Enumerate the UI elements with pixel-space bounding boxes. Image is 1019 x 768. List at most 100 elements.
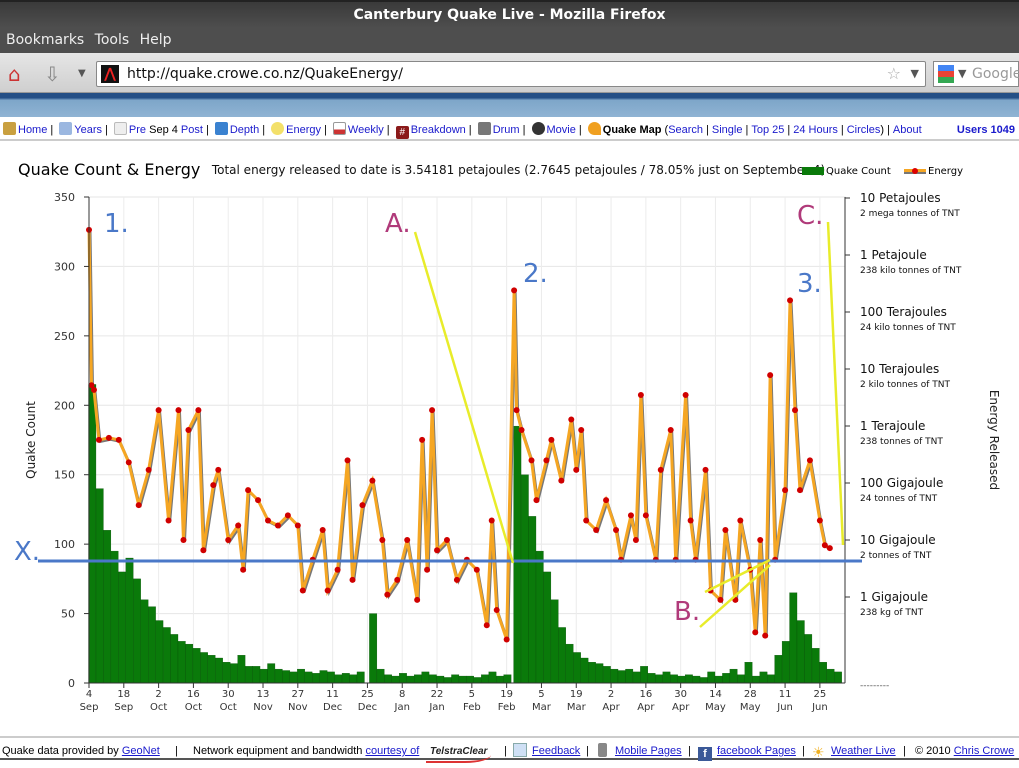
nav-years[interactable]: Years bbox=[74, 124, 102, 136]
energy-point bbox=[627, 512, 634, 519]
sep4-label: Sep 4 bbox=[149, 124, 178, 136]
count-bar bbox=[297, 668, 305, 684]
count-bar bbox=[789, 592, 798, 684]
count-bar bbox=[140, 599, 149, 684]
nav-single[interactable]: Single bbox=[712, 124, 743, 136]
energy-point bbox=[613, 526, 620, 533]
x-tick-month: Sep bbox=[80, 702, 99, 713]
count-bar bbox=[565, 643, 574, 684]
energy-point bbox=[732, 596, 739, 603]
nav-breakdown[interactable]: Breakdown bbox=[411, 124, 466, 136]
energy-point bbox=[672, 556, 679, 563]
nav-search[interactable]: Search bbox=[668, 124, 703, 136]
nav-circles[interactable]: Circles bbox=[847, 124, 881, 136]
author-link[interactable]: Chris Crowe bbox=[954, 745, 1015, 757]
url-bar[interactable]: ⋀ http://quake.crowe.co.nz/QuakeEnergy/ … bbox=[96, 61, 926, 87]
nav-top25[interactable]: Top 25 bbox=[751, 124, 784, 136]
energy-point bbox=[637, 391, 644, 398]
energy-point bbox=[583, 517, 590, 524]
search-input[interactable]: ▼ Google bbox=[933, 61, 1019, 87]
energy-point bbox=[379, 537, 386, 543]
count-bar bbox=[826, 668, 835, 684]
y-right-label: Energy Released bbox=[987, 390, 1001, 490]
nav-about[interactable]: About bbox=[893, 124, 922, 136]
x-tick-day: 19 bbox=[500, 689, 513, 700]
x-tick-month: Oct bbox=[185, 702, 202, 713]
nav-pre[interactable]: Pre bbox=[129, 124, 146, 136]
geonet-link[interactable]: GeoNet bbox=[122, 745, 160, 757]
copyright: © 2010 bbox=[915, 745, 951, 757]
google-icon[interactable] bbox=[938, 65, 954, 83]
nav-depth[interactable]: Depth bbox=[230, 124, 259, 136]
energy-point bbox=[682, 391, 689, 398]
nav-home[interactable]: Home bbox=[18, 124, 47, 136]
x-tick-day: 11 bbox=[326, 689, 339, 700]
x-tick-month: Oct bbox=[220, 702, 237, 713]
count-bar bbox=[580, 657, 589, 684]
energy-point bbox=[667, 427, 674, 434]
home-icon[interactable]: ⌂ bbox=[8, 62, 21, 86]
x-tick-month: Nov bbox=[253, 702, 273, 713]
energy-point bbox=[652, 556, 659, 563]
count-bar bbox=[625, 668, 634, 684]
y-right-tick-sublabel: 2 tonnes of TNT bbox=[860, 551, 932, 561]
nav-quake-map[interactable]: Quake Map bbox=[603, 124, 662, 136]
annotation-label: 1. bbox=[104, 209, 129, 239]
count-bar bbox=[759, 671, 768, 684]
weather-link[interactable]: Weather Live bbox=[831, 745, 896, 757]
url-dropdown-icon[interactable]: ▼ bbox=[911, 62, 919, 86]
count-bar bbox=[237, 655, 246, 684]
y-tick-label: 50 bbox=[61, 608, 75, 621]
search-engine-dropdown-icon[interactable]: ▼ bbox=[958, 62, 966, 86]
energy-point bbox=[88, 382, 95, 389]
energy-point bbox=[215, 466, 222, 473]
pointer-line bbox=[699, 564, 771, 628]
chart-title: Quake Count & Energy bbox=[18, 160, 201, 179]
x-tick-month: Jun bbox=[811, 702, 828, 713]
bookmark-star-icon[interactable]: ☆ bbox=[887, 62, 901, 86]
count-bar bbox=[640, 666, 649, 684]
energy-point bbox=[642, 512, 649, 519]
nav-weekly[interactable]: Weekly bbox=[348, 124, 384, 136]
energy-point bbox=[443, 537, 450, 543]
mobile-link[interactable]: Mobile Pages bbox=[615, 745, 682, 757]
energy-point bbox=[767, 372, 774, 379]
nav-drum[interactable]: Drum bbox=[493, 124, 520, 136]
plot-area bbox=[88, 196, 846, 684]
facebook-link[interactable]: facebook Pages bbox=[717, 745, 796, 757]
feedback-link[interactable]: Feedback bbox=[532, 745, 580, 757]
nav-post[interactable]: Post bbox=[181, 124, 203, 136]
count-bar bbox=[259, 668, 268, 684]
x-tick-day: 8 bbox=[399, 689, 405, 700]
telstraclear-logo[interactable]: TelstraClear bbox=[426, 743, 492, 763]
download-icon[interactable]: ⇩ bbox=[44, 62, 61, 86]
nav-energy[interactable]: Energy bbox=[286, 124, 321, 136]
nav-24hours[interactable]: 24 Hours bbox=[793, 124, 838, 136]
count-bar bbox=[602, 666, 611, 684]
energy-point bbox=[255, 497, 262, 504]
x-tick-month: Apr bbox=[637, 702, 655, 713]
count-bar bbox=[384, 674, 392, 684]
menu-help[interactable]: Help bbox=[140, 32, 172, 48]
annotation-label: 3. bbox=[797, 269, 822, 299]
x-tick-month: May bbox=[705, 702, 726, 713]
count-bar bbox=[543, 571, 552, 684]
menu-bookmarks[interactable]: Bookmarks bbox=[6, 32, 84, 48]
nav-movie[interactable]: Movie bbox=[547, 124, 576, 136]
annotation-label: B. bbox=[674, 597, 700, 627]
energy-point bbox=[135, 502, 142, 509]
home-icon bbox=[3, 122, 16, 135]
courtesy-link[interactable]: courtesy of bbox=[365, 745, 419, 757]
chart-header: Quake Count & Energy Total energy releas… bbox=[18, 160, 825, 179]
count-bar bbox=[535, 550, 544, 684]
energy-point bbox=[175, 407, 182, 414]
menu-tools[interactable]: Tools bbox=[95, 32, 130, 48]
count-bar bbox=[632, 671, 641, 684]
energy-point bbox=[394, 576, 401, 583]
chevron-down-icon[interactable]: ▼ bbox=[78, 62, 86, 86]
count-bar bbox=[781, 641, 790, 684]
hash-icon: # bbox=[395, 126, 409, 139]
count-bar bbox=[391, 675, 400, 684]
count-bar bbox=[177, 641, 186, 684]
sun-icon: ☀ bbox=[812, 744, 825, 760]
